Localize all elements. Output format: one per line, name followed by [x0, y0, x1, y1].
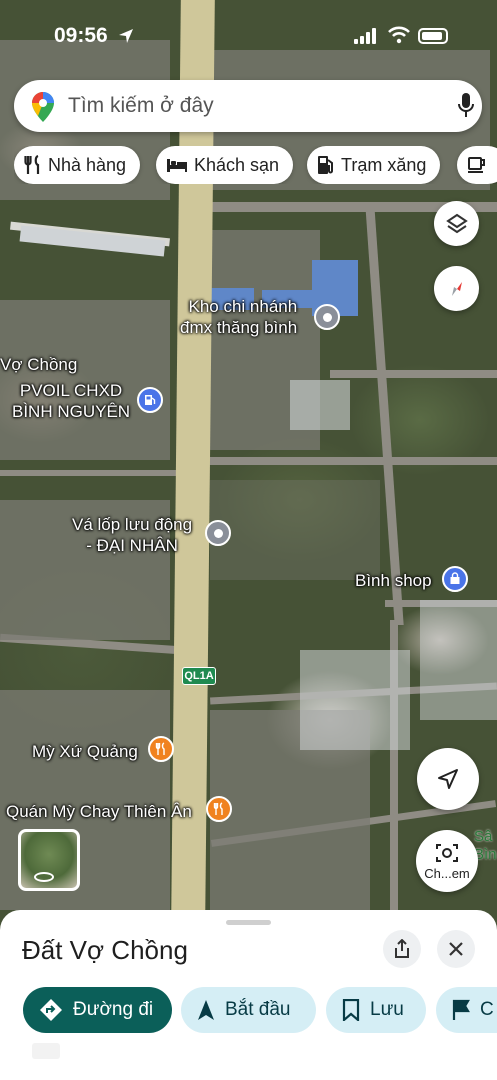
- place-label-quanmy[interactable]: Quán Mỳ Chay Thiên Ân: [6, 801, 192, 822]
- shopping-bag-icon: [450, 572, 460, 584]
- camera-scan-icon: [436, 843, 458, 862]
- flag-icon: [452, 999, 470, 1020]
- drag-handle[interactable]: [226, 920, 271, 925]
- save-button[interactable]: Lưu: [326, 987, 426, 1033]
- chip-restaurants[interactable]: Nhà hàng: [14, 146, 141, 184]
- more-label: C: [480, 999, 494, 1020]
- rotate-360-icon: [34, 872, 54, 882]
- road-shield: QL1A: [182, 667, 216, 685]
- cellular-signal-icon: [354, 28, 376, 44]
- chip-label: Nhà hàng: [48, 154, 127, 175]
- microphone-icon[interactable]: [458, 93, 474, 119]
- my-location-button[interactable]: [417, 748, 479, 810]
- gas-pump-icon: [145, 395, 156, 405]
- place-label-myxu[interactable]: Mỳ Xứ Quảng: [32, 741, 138, 762]
- search-bar[interactable]: Tìm kiếm ở đây: [14, 80, 482, 132]
- restaurant-marker-quanmy[interactable]: [206, 796, 232, 822]
- chip-label: Khách sạn: [194, 154, 280, 175]
- place-label-vochong-edge[interactable]: Vợ Chồng: [0, 354, 77, 375]
- start-label: Bắt đầu: [225, 999, 291, 1020]
- more-actions-button[interactable]: C: [436, 987, 497, 1033]
- place-label-valop[interactable]: Vá lốp lưu động - ĐẠI NHÂN: [72, 514, 192, 556]
- navigation-arrow-icon: [438, 769, 458, 789]
- gas-station-marker[interactable]: [137, 387, 163, 413]
- chip-coffee[interactable]: [457, 146, 497, 184]
- directions-label: Đường đi: [73, 999, 154, 1020]
- share-button[interactable]: [383, 930, 421, 968]
- compass-icon: [451, 281, 462, 296]
- google-maps-pin-icon: [32, 92, 54, 122]
- compass-button[interactable]: [434, 266, 479, 311]
- street-view-label: Ch...em: [424, 865, 470, 881]
- share-icon: [395, 939, 409, 958]
- bookmark-icon: [342, 999, 360, 1021]
- fork-knife-icon: [213, 802, 223, 815]
- place-label-binhshop[interactable]: Bình shop: [355, 570, 432, 591]
- layers-button[interactable]: [434, 201, 479, 246]
- collapsed-content-hint: [32, 1043, 60, 1059]
- start-button[interactable]: Bắt đầu: [181, 987, 316, 1033]
- place-label-kho[interactable]: Kho chi nhánh đmx thăng bình: [180, 296, 297, 338]
- close-icon: [449, 942, 463, 956]
- search-input[interactable]: Tìm kiếm ở đây: [68, 94, 214, 118]
- battery-icon: [418, 28, 448, 44]
- gas-pump-icon: [318, 156, 333, 174]
- place-title: Đất Vợ Chồng: [22, 935, 188, 965]
- status-bar: 09:56: [0, 22, 497, 52]
- street-view-button[interactable]: Ch...em: [416, 830, 478, 892]
- directions-button[interactable]: Đường đi: [23, 987, 172, 1033]
- chip-label: Trạm xăng: [341, 154, 427, 175]
- place-marker-kho[interactable]: [314, 304, 340, 330]
- chip-hotels[interactable]: Khách sạn: [156, 146, 294, 184]
- place-marker-valop[interactable]: [205, 520, 231, 546]
- category-chips: Nhà hàng Khách sạn Trạm xăng: [14, 146, 497, 184]
- wifi-icon: [388, 26, 410, 44]
- highway-ql1a: [171, 0, 215, 920]
- coffee-icon: [468, 157, 485, 173]
- fork-knife-icon: [24, 155, 40, 174]
- dot-icon: [322, 312, 332, 322]
- location-arrow-icon: [119, 29, 133, 43]
- restaurant-marker-myxu[interactable]: [148, 736, 174, 762]
- fork-knife-icon: [155, 742, 165, 755]
- layers-icon: [445, 213, 468, 233]
- clock: 09:56: [54, 24, 108, 47]
- shop-marker[interactable]: [442, 566, 468, 592]
- chip-gas-stations[interactable]: Trạm xăng: [307, 146, 441, 184]
- dot-icon: [213, 528, 223, 538]
- place-bottom-sheet[interactable]: Đất Vợ Chồng Đường đi Bắt đầu Lưu C: [0, 910, 497, 1080]
- street-view-thumbnail[interactable]: [18, 829, 80, 891]
- save-label: Lưu: [370, 999, 404, 1020]
- navigation-icon: [198, 1000, 214, 1020]
- bed-icon: [167, 159, 187, 172]
- close-button[interactable]: [437, 930, 475, 968]
- directions-icon: [40, 999, 62, 1021]
- place-label-pvoil[interactable]: PVOIL CHXD BÌNH NGUYÊN: [12, 380, 130, 422]
